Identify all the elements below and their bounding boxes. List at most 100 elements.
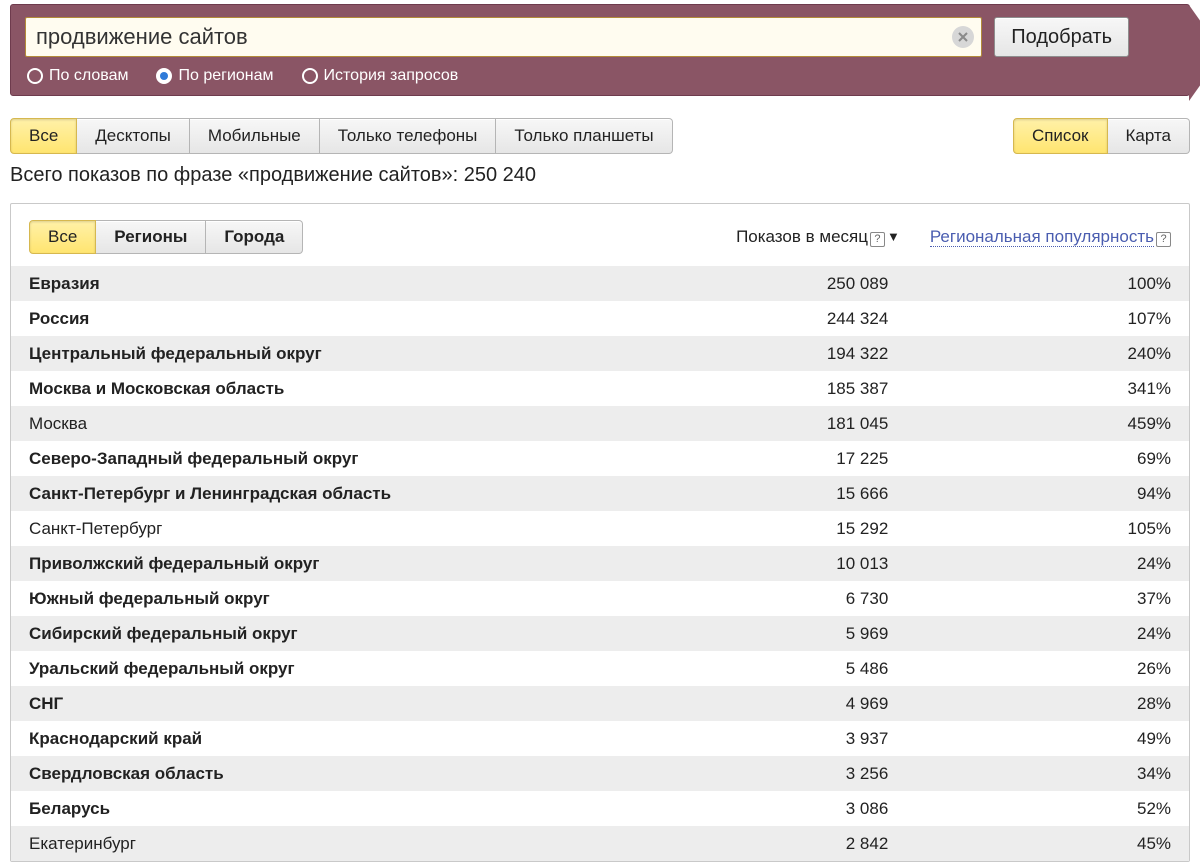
region-name: Южный федеральный округ: [29, 589, 636, 609]
region-views: 244 324: [636, 309, 919, 329]
region-popularity: 26%: [918, 659, 1171, 679]
table-row[interactable]: Россия244 324107%: [11, 301, 1189, 336]
region-name: Санкт-Петербург: [29, 519, 636, 539]
region-popularity: 459%: [918, 414, 1171, 434]
region-views: 5 486: [636, 659, 919, 679]
region-name: Северо-Западный федеральный округ: [29, 449, 636, 469]
region-views: 185 387: [636, 379, 919, 399]
summary-text: Всего показов по фразе «продвижение сайт…: [10, 164, 1190, 187]
region-name: Краснодарский край: [29, 729, 636, 749]
search-mode-radio[interactable]: По регионам: [156, 67, 273, 85]
device-tabs: ВсеДесктопыМобильныеТолько телефоныТольк…: [10, 118, 673, 154]
col-header-views[interactable]: Показов в месяц?▼: [736, 227, 900, 247]
scope-tab[interactable]: Города: [206, 220, 303, 254]
region-name: СНГ: [29, 694, 636, 714]
region-name: Уральский федеральный округ: [29, 659, 636, 679]
region-views: 15 666: [636, 484, 919, 504]
table-row[interactable]: Северо-Западный федеральный округ17 2256…: [11, 441, 1189, 476]
scope-tab[interactable]: Регионы: [96, 220, 206, 254]
radio-icon: [156, 68, 172, 84]
table-row[interactable]: Москва и Московская область185 387341%: [11, 371, 1189, 406]
search-mode-radio[interactable]: История запросов: [302, 67, 459, 85]
region-views: 194 322: [636, 344, 919, 364]
device-tab[interactable]: Все: [10, 118, 77, 154]
search-mode-radio[interactable]: По словам: [27, 67, 128, 85]
region-popularity: 24%: [918, 554, 1171, 574]
search-input[interactable]: [25, 17, 982, 57]
help-icon[interactable]: ?: [870, 232, 885, 247]
table-row[interactable]: Краснодарский край3 93749%: [11, 721, 1189, 756]
region-popularity: 107%: [918, 309, 1171, 329]
region-popularity: 100%: [918, 274, 1171, 294]
region-views: 3 256: [636, 764, 919, 784]
table-row[interactable]: Сибирский федеральный округ5 96924%: [11, 616, 1189, 651]
region-name: Екатеринбург: [29, 834, 636, 854]
region-popularity: 341%: [918, 379, 1171, 399]
col-header-popularity-label[interactable]: Региональная популярность: [930, 227, 1154, 247]
region-popularity: 69%: [918, 449, 1171, 469]
region-popularity: 28%: [918, 694, 1171, 714]
device-tab[interactable]: Только телефоны: [320, 118, 497, 154]
region-popularity: 34%: [918, 764, 1171, 784]
table-row[interactable]: Уральский федеральный округ5 48626%: [11, 651, 1189, 686]
region-name: Центральный федеральный округ: [29, 344, 636, 364]
region-views: 4 969: [636, 694, 919, 714]
view-tab[interactable]: Список: [1013, 118, 1108, 154]
region-popularity: 49%: [918, 729, 1171, 749]
sort-arrow-icon: ▼: [887, 229, 900, 244]
region-popularity: 24%: [918, 624, 1171, 644]
region-views: 6 730: [636, 589, 919, 609]
region-name: Санкт-Петербург и Ленинградская область: [29, 484, 636, 504]
table-row[interactable]: Евразия250 089100%: [11, 266, 1189, 301]
table-row[interactable]: Свердловская область3 25634%: [11, 756, 1189, 791]
radio-label: По словам: [49, 67, 128, 85]
region-name: Москва: [29, 414, 636, 434]
region-name: Сибирский федеральный округ: [29, 624, 636, 644]
table-row[interactable]: Санкт-Петербург и Ленинградская область1…: [11, 476, 1189, 511]
region-popularity: 105%: [918, 519, 1171, 539]
search-banner: Подобрать По словам По регионам История за…: [10, 4, 1190, 96]
region-views: 181 045: [636, 414, 919, 434]
region-views: 10 013: [636, 554, 919, 574]
table-row[interactable]: Приволжский федеральный округ10 01324%: [11, 546, 1189, 581]
device-tab[interactable]: Мобильные: [190, 118, 320, 154]
radio-icon: [302, 68, 318, 84]
search-input-wrap: [25, 17, 982, 57]
device-tab[interactable]: Только планшеты: [496, 118, 672, 154]
region-popularity: 45%: [918, 834, 1171, 854]
region-views: 17 225: [636, 449, 919, 469]
region-views: 3 937: [636, 729, 919, 749]
radio-icon: [27, 68, 43, 84]
table-row[interactable]: Южный федеральный округ6 73037%: [11, 581, 1189, 616]
table-row[interactable]: Центральный федеральный округ194 322240%: [11, 336, 1189, 371]
col-header-views-label: Показов в месяц: [736, 227, 868, 246]
table-row[interactable]: СНГ4 96928%: [11, 686, 1189, 721]
region-views: 3 086: [636, 799, 919, 819]
region-views: 15 292: [636, 519, 919, 539]
col-header-popularity[interactable]: Региональная популярность?: [930, 227, 1171, 247]
region-popularity: 37%: [918, 589, 1171, 609]
scope-tabs: ВсеРегионыГорода: [29, 220, 303, 254]
region-name: Приволжский федеральный округ: [29, 554, 636, 574]
table-row[interactable]: Москва181 045459%: [11, 406, 1189, 441]
submit-button[interactable]: Подобрать: [994, 17, 1129, 57]
radio-label: История запросов: [324, 67, 459, 85]
radio-label: По регионам: [178, 67, 273, 85]
region-popularity: 240%: [918, 344, 1171, 364]
results-panel: ВсеРегионыГорода Показов в месяц?▼ Регио…: [10, 203, 1190, 862]
table-row[interactable]: Екатеринбург2 84245%: [11, 826, 1189, 861]
region-views: 250 089: [636, 274, 919, 294]
scope-tab[interactable]: Все: [29, 220, 96, 254]
help-icon[interactable]: ?: [1156, 232, 1171, 247]
region-popularity: 94%: [918, 484, 1171, 504]
view-tab[interactable]: Карта: [1108, 118, 1191, 154]
region-name: Россия: [29, 309, 636, 329]
region-name: Москва и Московская область: [29, 379, 636, 399]
region-views: 5 969: [636, 624, 919, 644]
device-tab[interactable]: Десктопы: [77, 118, 190, 154]
region-name: Евразия: [29, 274, 636, 294]
clear-icon[interactable]: [952, 26, 974, 48]
region-views: 2 842: [636, 834, 919, 854]
table-row[interactable]: Беларусь3 08652%: [11, 791, 1189, 826]
table-row[interactable]: Санкт-Петербург15 292105%: [11, 511, 1189, 546]
